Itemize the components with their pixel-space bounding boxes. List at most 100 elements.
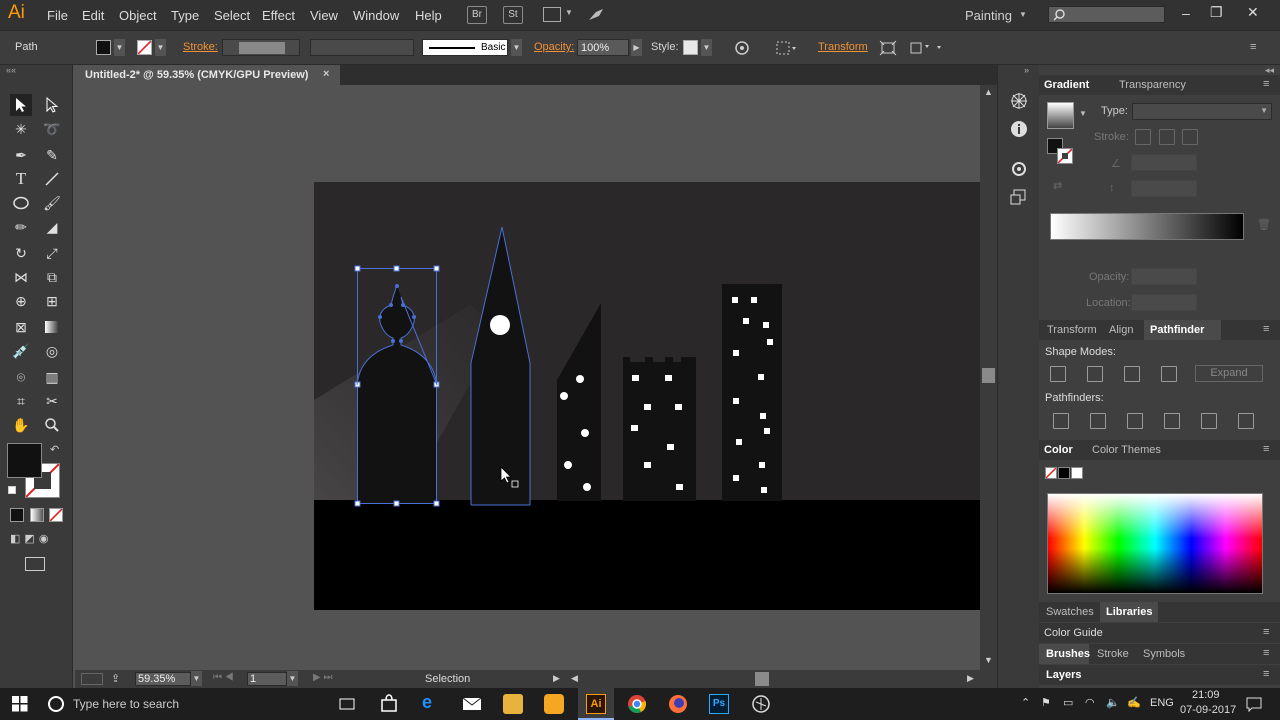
perspective-grid-tool-icon[interactable]: ⊞ xyxy=(41,290,63,312)
status-menu-icon[interactable]: ▶ xyxy=(553,673,560,684)
taskbar-search-input[interactable]: Type here to search xyxy=(73,697,179,711)
stroke-weight-field[interactable] xyxy=(222,39,300,56)
transform-link[interactable]: Transform xyxy=(818,41,868,53)
gradient-angle-field[interactable] xyxy=(1131,154,1197,171)
clock-time[interactable]: 21:09 xyxy=(1192,689,1220,701)
menu-file[interactable]: File xyxy=(47,8,68,23)
none-color-swatch[interactable] xyxy=(1045,467,1057,479)
stroke-across-icon[interactable] xyxy=(1182,129,1198,145)
gradient-stroke-swatch[interactable] xyxy=(1057,148,1073,164)
artboard[interactable] xyxy=(75,85,980,670)
expand-button[interactable]: Expand xyxy=(1195,365,1263,382)
tab-libraries[interactable]: Libraries xyxy=(1106,606,1152,618)
tab-symbols[interactable]: Symbols xyxy=(1143,648,1185,660)
workspace-switcher[interactable]: Painting xyxy=(965,8,1012,23)
paintbrush-tool-icon[interactable]: 🖌 xyxy=(41,192,63,214)
magic-wand-tool-icon[interactable]: ✳ xyxy=(10,118,32,140)
scroll-right-icon[interactable]: ▶ xyxy=(967,673,974,684)
chevron-down-icon[interactable]: ▼ xyxy=(1079,109,1087,118)
chevron-down-icon[interactable]: ▼ xyxy=(511,39,522,56)
menu-select[interactable]: Select xyxy=(214,8,250,23)
delete-stop-icon[interactable]: 🗑 xyxy=(1257,218,1271,231)
shape-builder-tool-icon[interactable]: ⊕ xyxy=(10,290,32,312)
minus-front-icon[interactable] xyxy=(1087,366,1103,382)
photoshop-icon[interactable]: Ps xyxy=(709,694,729,714)
white-color-swatch[interactable] xyxy=(1071,467,1083,479)
gradient-tool-icon[interactable] xyxy=(41,316,63,338)
trim-icon[interactable] xyxy=(1090,413,1106,429)
notifications-icon[interactable] xyxy=(1246,696,1262,712)
width-tool-icon[interactable]: ⋈ xyxy=(10,266,32,288)
stroke-swatch[interactable] xyxy=(137,40,152,55)
stroke-within-icon[interactable] xyxy=(1135,129,1151,145)
swap-colors-icon[interactable]: ↶ xyxy=(50,443,59,456)
symbol-sprayer-tool-icon[interactable]: ⌾ xyxy=(10,366,32,388)
drawing-modes[interactable]: ◧ ◩ ◉ xyxy=(10,532,66,548)
curvature-tool-icon[interactable]: ✎ xyxy=(41,144,63,166)
share-icon[interactable]: ⇪ xyxy=(111,672,120,685)
gradient-type-dropdown[interactable]: ▼ xyxy=(1132,103,1272,120)
wifi-icon[interactable]: ◠ xyxy=(1085,696,1095,709)
zoom-field[interactable]: 59.35% xyxy=(135,672,191,686)
clock-date[interactable]: 07-09-2017 xyxy=(1180,704,1236,716)
crop-icon[interactable] xyxy=(1164,413,1180,429)
menu-effect[interactable]: Effect xyxy=(262,8,295,23)
align-to-icon[interactable] xyxy=(775,40,797,56)
graphic-style-swatch[interactable] xyxy=(683,40,698,55)
screen-mode-icon[interactable] xyxy=(25,557,45,571)
scroll-thumb[interactable] xyxy=(982,368,995,383)
tab-transparency[interactable]: Transparency xyxy=(1119,79,1186,91)
show-hidden-icons[interactable]: ⌃ xyxy=(1021,696,1030,709)
tab-brushes[interactable]: Brushes xyxy=(1046,648,1090,660)
opacity-label[interactable]: Opacity: xyxy=(534,41,574,53)
minimize-button[interactable]: – xyxy=(1182,5,1190,21)
stroke-label[interactable]: Stroke: xyxy=(183,41,218,53)
task-view-icon[interactable] xyxy=(339,696,355,712)
free-transform-tool-icon[interactable]: ⧉ xyxy=(41,266,63,288)
artboard-nav-icon[interactable] xyxy=(81,673,103,685)
scroll-left-icon[interactable]: ◀ xyxy=(571,673,578,684)
none-mode-icon[interactable] xyxy=(49,508,63,522)
menu-help[interactable]: Help xyxy=(415,8,442,23)
tab-transform[interactable]: Transform xyxy=(1047,324,1097,336)
outline-icon[interactable] xyxy=(1201,413,1217,429)
chevron-down-icon[interactable]: ▼ xyxy=(191,671,202,686)
exclude-icon[interactable] xyxy=(1161,366,1177,382)
intersect-icon[interactable] xyxy=(1124,366,1140,382)
panel-menu-icon[interactable]: ≡ xyxy=(1263,78,1269,90)
edge-icon[interactable]: e xyxy=(422,692,432,713)
fill-color-front[interactable] xyxy=(7,443,42,478)
brush-definition[interactable]: Basic xyxy=(422,39,508,56)
chrome-icon[interactable] xyxy=(627,694,647,714)
isolate-group-icon[interactable] xyxy=(909,40,943,56)
stock-button[interactable]: St xyxy=(503,6,523,24)
language-indicator[interactable]: ENG xyxy=(1150,697,1174,709)
close-document-icon[interactable]: × xyxy=(323,68,329,80)
expand-icon[interactable]: » xyxy=(1024,65,1029,75)
tab-color-themes[interactable]: Color Themes xyxy=(1092,444,1161,456)
cortana-icon[interactable] xyxy=(47,695,65,713)
type-tool-icon[interactable]: T xyxy=(10,168,32,190)
menu-object[interactable]: Object xyxy=(119,8,157,23)
chevron-down-icon[interactable]: ▼ xyxy=(701,39,712,56)
scroll-down-icon[interactable]: ▼ xyxy=(984,655,993,665)
horizontal-scroll-thumb[interactable] xyxy=(755,672,769,686)
collapse-icon[interactable]: «« xyxy=(6,65,16,75)
chevron-down-icon[interactable]: ▼ xyxy=(287,671,298,686)
eraser-tool-icon[interactable]: ◢ xyxy=(41,216,63,238)
panel-menu-icon[interactable]: ≡ xyxy=(1263,668,1269,680)
stroke-along-icon[interactable] xyxy=(1159,129,1175,145)
fill-swatch[interactable] xyxy=(96,40,111,55)
variable-width-profile[interactable] xyxy=(310,39,414,56)
menu-window[interactable]: Window xyxy=(353,8,399,23)
minus-back-icon[interactable] xyxy=(1238,413,1254,429)
scale-tool-icon[interactable]: ⤢ xyxy=(41,242,63,264)
firefox-icon[interactable] xyxy=(668,694,688,714)
divide-icon[interactable] xyxy=(1053,413,1069,429)
direct-selection-tool-icon[interactable] xyxy=(41,94,63,116)
merge-icon[interactable] xyxy=(1127,413,1143,429)
store-icon[interactable] xyxy=(380,694,398,712)
chevron-down-icon[interactable]: ▼ xyxy=(114,39,125,56)
info-icon[interactable] xyxy=(1010,120,1028,138)
ellipse-tool-icon[interactable] xyxy=(10,192,32,214)
